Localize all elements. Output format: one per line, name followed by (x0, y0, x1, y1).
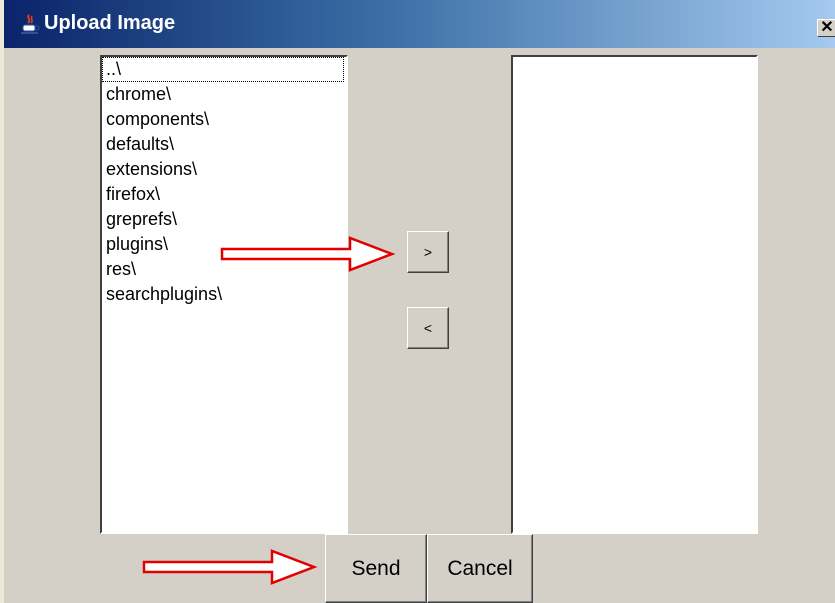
close-icon: ✕ (820, 19, 834, 36)
list-item[interactable]: firefox\ (102, 182, 346, 207)
list-item[interactable]: extensions\ (102, 157, 346, 182)
list-item[interactable]: greprefs\ (102, 207, 346, 232)
list-item[interactable]: chrome\ (102, 82, 346, 107)
move-right-button[interactable]: > (407, 231, 449, 273)
right-arrow-annotation-icon (142, 549, 318, 585)
right-arrow-annotation-icon (220, 236, 396, 272)
list-item[interactable]: searchplugins\ (102, 282, 346, 307)
list-item[interactable]: ..\ (102, 57, 344, 82)
upload-image-dialog: Upload Image ✕ ..\ chrome\ components\ defa… (0, 0, 835, 603)
list-item[interactable]: components\ (102, 107, 346, 132)
list-item[interactable]: defaults\ (102, 132, 346, 157)
selected-files-list[interactable] (511, 55, 758, 534)
window-title: Upload Image (44, 12, 176, 34)
move-left-button[interactable]: < (407, 307, 449, 349)
source-directory-list[interactable]: ..\ chrome\ components\ defaults\ extensions… (100, 55, 348, 534)
send-button[interactable]: Send (325, 534, 427, 603)
java-coffee-cup-icon (21, 14, 40, 34)
cancel-button[interactable]: Cancel (427, 534, 533, 603)
close-button[interactable]: ✕ (817, 19, 835, 37)
title-bar[interactable]: Upload Image ✕ (4, 0, 835, 48)
